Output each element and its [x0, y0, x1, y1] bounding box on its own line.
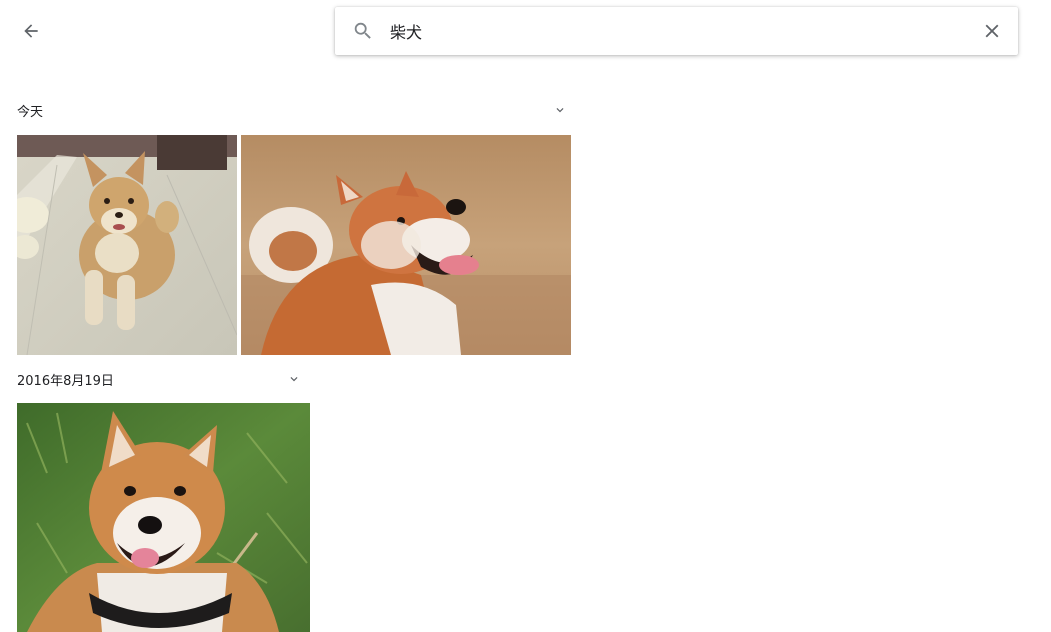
date-section-header: 2016年8月19日 — [17, 369, 303, 389]
photos-search-page: 今天 — [0, 0, 1051, 632]
section-toggle-button[interactable] — [285, 370, 303, 388]
section-toggle-button[interactable] — [551, 101, 569, 119]
section-date-title: 今天 — [17, 104, 44, 120]
chevron-down-icon — [290, 377, 298, 382]
dog-photo — [241, 135, 571, 355]
section-date-title: 2016年8月19日 — [17, 373, 114, 389]
chevron-down-icon — [556, 108, 564, 113]
close-icon — [985, 24, 999, 38]
search-box — [335, 7, 1018, 55]
back-button[interactable] — [14, 14, 48, 48]
clear-search-button[interactable] — [980, 19, 1004, 43]
photo-thumbnail[interactable] — [17, 403, 310, 632]
search-input[interactable] — [390, 16, 950, 46]
arrow-back-icon — [24, 24, 38, 38]
photo-thumbnail[interactable] — [17, 135, 237, 355]
search-icon — [352, 20, 374, 42]
dog-photo — [17, 135, 237, 355]
dog-photo — [17, 403, 310, 632]
date-section-header: 今天 — [17, 100, 569, 120]
photo-thumbnail[interactable] — [241, 135, 571, 355]
